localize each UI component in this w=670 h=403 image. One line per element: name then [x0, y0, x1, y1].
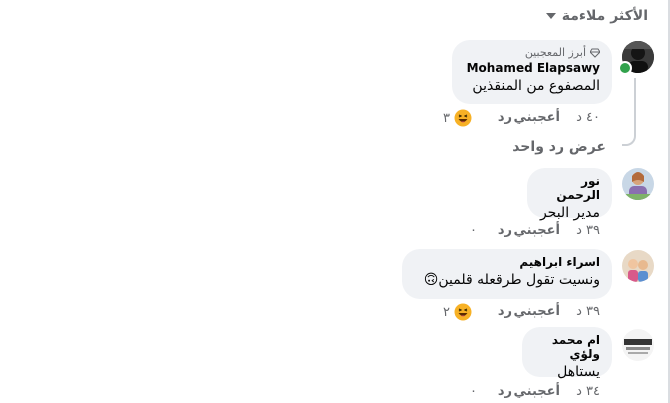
- comment-text: يستاهل: [557, 364, 600, 380]
- reply-button[interactable]: رد: [498, 304, 512, 319]
- chevron-down-icon: [545, 13, 556, 19]
- haha-reaction-icon: [454, 303, 472, 321]
- comment-text: مدير البحر: [539, 205, 600, 221]
- comment-time[interactable]: ٣٤ د: [576, 384, 600, 399]
- avatar[interactable]: [622, 168, 654, 200]
- like-button[interactable]: أعجبني: [514, 223, 560, 238]
- reaction-summary[interactable]: ٢: [443, 303, 472, 321]
- like-button[interactable]: أعجبني: [514, 110, 560, 125]
- avatar[interactable]: [622, 329, 654, 361]
- comment-bubble: نور الرحمن مدير البحر: [527, 168, 612, 221]
- reaction-summary[interactable]: ٠: [470, 384, 477, 399]
- sort-comments-dropdown[interactable]: الأكثر ملاءمة: [545, 8, 648, 24]
- reply-button[interactable]: رد: [498, 110, 512, 125]
- comment-time[interactable]: ٣٩ د: [576, 304, 600, 319]
- diamond-icon: [590, 48, 600, 58]
- comment-author[interactable]: Mohamed Elapsawy: [464, 61, 600, 75]
- reaction-summary[interactable]: ٣: [443, 109, 472, 127]
- badge-label: أبرز المعجبين: [524, 46, 586, 59]
- reply-button[interactable]: رد: [498, 384, 512, 399]
- top-fan-badge: أبرز المعجبين: [464, 46, 600, 59]
- avatar[interactable]: [622, 250, 654, 282]
- reaction-count: ٠: [470, 223, 477, 238]
- view-replies-link[interactable]: عرض رد واحد: [512, 139, 606, 155]
- comment-text: ونسيت تقول طرقعله قلمين🙃: [423, 272, 600, 288]
- haha-reaction-icon: [454, 109, 472, 127]
- comment-bubble: أبرز المعجبين Mohamed Elapsawy المصفوع م…: [452, 40, 612, 104]
- like-button[interactable]: أعجبني: [514, 384, 560, 399]
- reaction-count: ٣: [443, 110, 450, 126]
- avatar-image: [622, 329, 654, 361]
- reply-button[interactable]: رد: [498, 223, 512, 238]
- online-status-indicator: [618, 61, 632, 75]
- reaction-summary[interactable]: ٠: [470, 223, 477, 238]
- comment-time[interactable]: ٣٩ د: [576, 223, 600, 238]
- comment-bubble: اسراء ابراهيم ونسيت تقول طرقعله قلمين🙃: [402, 249, 612, 299]
- sort-label: الأكثر ملاءمة: [561, 8, 648, 24]
- reply-thread-line: [622, 78, 636, 146]
- reaction-count: ٢: [443, 304, 450, 320]
- comment-author[interactable]: ام محمد ولؤي: [534, 333, 600, 361]
- avatar-image: [622, 250, 654, 282]
- comment-text: المصفوع من المنقذين: [472, 78, 600, 94]
- comment-author[interactable]: نور الرحمن: [539, 174, 600, 202]
- avatar-image: [622, 168, 654, 200]
- comment-bubble: ام محمد ولؤي يستاهل: [522, 327, 612, 380]
- like-button[interactable]: أعجبني: [514, 304, 560, 319]
- reaction-count: ٠: [470, 384, 477, 399]
- comment-author[interactable]: اسراء ابراهيم: [414, 255, 600, 269]
- comment-time[interactable]: ٤٠ د: [576, 110, 600, 125]
